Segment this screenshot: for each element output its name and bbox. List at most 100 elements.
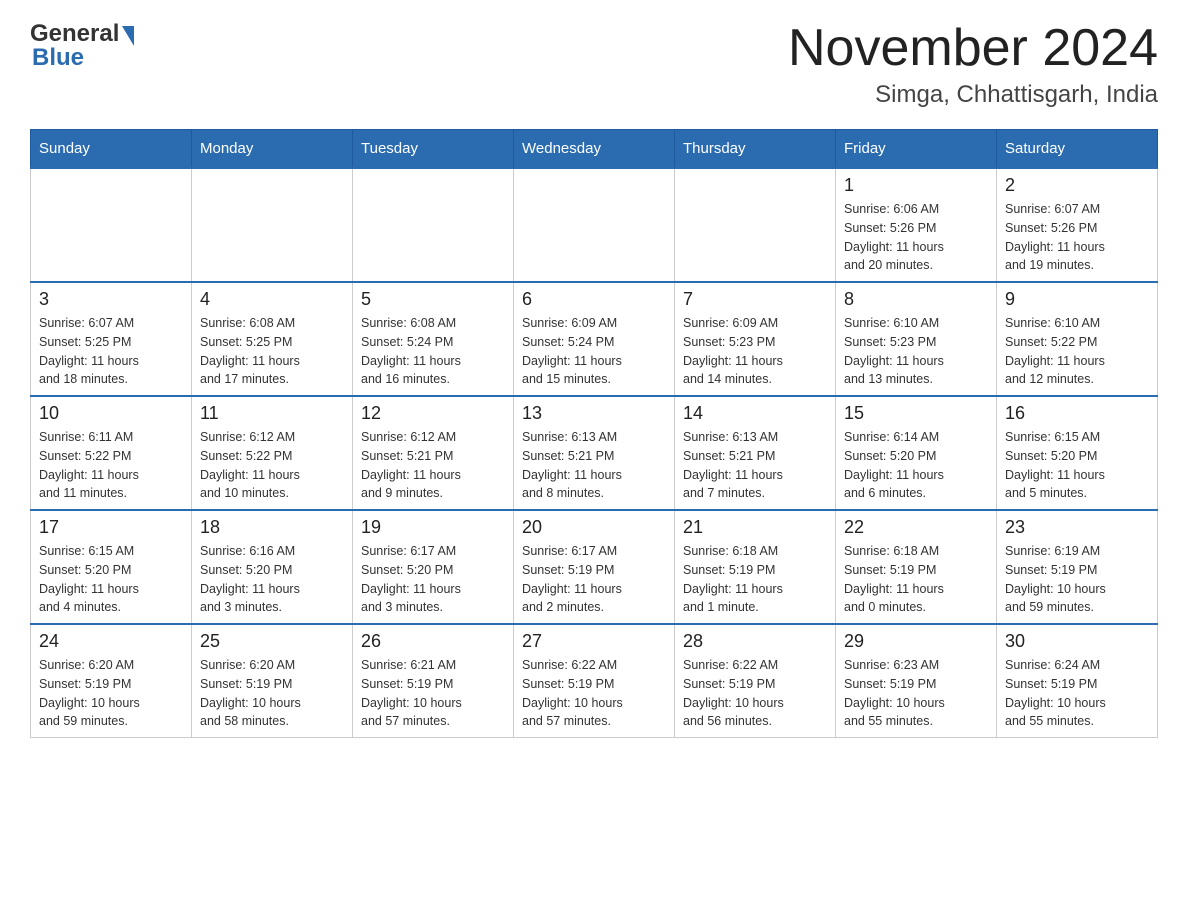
day-info: Sunrise: 6:11 AM Sunset: 5:22 PM Dayligh…: [39, 428, 183, 503]
day-number: 8: [844, 289, 988, 310]
day-number: 14: [683, 403, 827, 424]
day-number: 30: [1005, 631, 1149, 652]
day-number: 19: [361, 517, 505, 538]
calendar-cell: 17 Sunrise: 6:15 AM Sunset: 5:20 PM Dayli…: [31, 510, 192, 624]
calendar-cell: 13 Sunrise: 6:13 AM Sunset: 5:21 PM Dayli…: [514, 396, 675, 510]
calendar-table: SundayMondayTuesdayWednesdayThursdayFrid…: [30, 129, 1158, 738]
calendar-cell: 3 Sunrise: 6:07 AM Sunset: 5:25 PM Daylig…: [31, 282, 192, 396]
day-number: 21: [683, 517, 827, 538]
title-section: November 2024 Simga, Chhattisgarh, India: [788, 20, 1158, 109]
weekday-header: Friday: [836, 130, 997, 169]
day-number: 20: [522, 517, 666, 538]
week-row: 24Sunrise: 6:20 AM Sunset: 5:19 PM Dayli…: [31, 624, 1158, 738]
calendar-cell: 6 Sunrise: 6:09 AM Sunset: 5:24 PM Daylig…: [514, 282, 675, 396]
weekday-header: Tuesday: [353, 130, 514, 169]
calendar-cell: 14Sunrise: 6:13 AM Sunset: 5:21 PM Dayli…: [675, 396, 836, 510]
page-header: General Blue November 2024 Simga, Chhatt…: [30, 20, 1158, 109]
calendar-cell: 1 Sunrise: 6:06 AM Sunset: 5:26 PM Daylig…: [836, 168, 997, 282]
day-number: 28: [683, 631, 827, 652]
day-number: 17: [39, 517, 183, 538]
calendar-cell: 11 Sunrise: 6:12 AM Sunset: 5:22 PM Dayli…: [192, 396, 353, 510]
logo-blue-text: Blue: [32, 44, 84, 71]
calendar-cell: 15 Sunrise: 6:14 AM Sunset: 5:20 PM Dayli…: [836, 396, 997, 510]
day-info: Sunrise: 6:09 AM Sunset: 5:23 PM Dayligh…: [683, 314, 827, 389]
day-info: Sunrise: 6:17 AM Sunset: 5:19 PM Dayligh…: [522, 542, 666, 617]
day-number: 6: [522, 289, 666, 310]
day-info: Sunrise: 6:09 AM Sunset: 5:24 PM Dayligh…: [522, 314, 666, 389]
calendar-cell: 8 Sunrise: 6:10 AM Sunset: 5:23 PM Daylig…: [836, 282, 997, 396]
calendar-cell: 29 Sunrise: 6:23 AM Sunset: 5:19 PM Dayli…: [836, 624, 997, 738]
day-number: 26: [361, 631, 505, 652]
day-number: 3: [39, 289, 183, 310]
weekday-header: Sunday: [31, 130, 192, 169]
week-row: 3 Sunrise: 6:07 AM Sunset: 5:25 PM Daylig…: [31, 282, 1158, 396]
calendar-cell: [353, 168, 514, 282]
day-number: 23: [1005, 517, 1149, 538]
day-info: Sunrise: 6:07 AM Sunset: 5:26 PM Dayligh…: [1005, 200, 1149, 275]
calendar-cell: 22 Sunrise: 6:18 AM Sunset: 5:19 PM Dayli…: [836, 510, 997, 624]
calendar-cell: 23 Sunrise: 6:19 AM Sunset: 5:19 PM Dayli…: [997, 510, 1158, 624]
calendar-cell: [31, 168, 192, 282]
day-info: Sunrise: 6:16 AM Sunset: 5:20 PM Dayligh…: [200, 542, 344, 617]
day-info: Sunrise: 6:13 AM Sunset: 5:21 PM Dayligh…: [522, 428, 666, 503]
day-info: Sunrise: 6:15 AM Sunset: 5:20 PM Dayligh…: [1005, 428, 1149, 503]
calendar-cell: [514, 168, 675, 282]
day-info: Sunrise: 6:22 AM Sunset: 5:19 PM Dayligh…: [683, 656, 827, 731]
day-number: 11: [200, 403, 344, 424]
day-number: 7: [683, 289, 827, 310]
week-row: 17 Sunrise: 6:15 AM Sunset: 5:20 PM Dayli…: [31, 510, 1158, 624]
calendar-cell: 21 Sunrise: 6:18 AM Sunset: 5:19 PM Dayli…: [675, 510, 836, 624]
calendar-cell: 5Sunrise: 6:08 AM Sunset: 5:24 PM Daylig…: [353, 282, 514, 396]
day-number: 18: [200, 517, 344, 538]
day-info: Sunrise: 6:08 AM Sunset: 5:25 PM Dayligh…: [200, 314, 344, 389]
week-row: 1 Sunrise: 6:06 AM Sunset: 5:26 PM Daylig…: [31, 168, 1158, 282]
logo-arrow-icon: [122, 26, 134, 46]
calendar-cell: 28 Sunrise: 6:22 AM Sunset: 5:19 PM Dayli…: [675, 624, 836, 738]
day-number: 25: [200, 631, 344, 652]
day-info: Sunrise: 6:19 AM Sunset: 5:19 PM Dayligh…: [1005, 542, 1149, 617]
day-number: 22: [844, 517, 988, 538]
calendar-cell: 25 Sunrise: 6:20 AM Sunset: 5:19 PM Dayli…: [192, 624, 353, 738]
calendar-cell: 10 Sunrise: 6:11 AM Sunset: 5:22 PM Dayli…: [31, 396, 192, 510]
day-info: Sunrise: 6:12 AM Sunset: 5:22 PM Dayligh…: [200, 428, 344, 503]
day-number: 1: [844, 175, 988, 196]
calendar-cell: 30Sunrise: 6:24 AM Sunset: 5:19 PM Dayli…: [997, 624, 1158, 738]
day-info: Sunrise: 6:14 AM Sunset: 5:20 PM Dayligh…: [844, 428, 988, 503]
day-info: Sunrise: 6:20 AM Sunset: 5:19 PM Dayligh…: [39, 656, 183, 731]
page-subtitle: Simga, Chhattisgarh, India: [788, 81, 1158, 109]
weekday-header: Saturday: [997, 130, 1158, 169]
day-info: Sunrise: 6:10 AM Sunset: 5:22 PM Dayligh…: [1005, 314, 1149, 389]
day-number: 27: [522, 631, 666, 652]
day-info: Sunrise: 6:23 AM Sunset: 5:19 PM Dayligh…: [844, 656, 988, 731]
day-number: 16: [1005, 403, 1149, 424]
day-info: Sunrise: 6:07 AM Sunset: 5:25 PM Dayligh…: [39, 314, 183, 389]
calendar-cell: [192, 168, 353, 282]
day-number: 12: [361, 403, 505, 424]
calendar-cell: [675, 168, 836, 282]
page-title: November 2024: [788, 20, 1158, 77]
logo: General Blue: [30, 20, 134, 72]
calendar-cell: 12 Sunrise: 6:12 AM Sunset: 5:21 PM Dayli…: [353, 396, 514, 510]
calendar-header-row: SundayMondayTuesdayWednesdayThursdayFrid…: [31, 130, 1158, 169]
day-number: 29: [844, 631, 988, 652]
calendar-cell: 24Sunrise: 6:20 AM Sunset: 5:19 PM Dayli…: [31, 624, 192, 738]
day-number: 15: [844, 403, 988, 424]
day-info: Sunrise: 6:18 AM Sunset: 5:19 PM Dayligh…: [683, 542, 827, 617]
day-number: 5: [361, 289, 505, 310]
calendar-cell: 20 Sunrise: 6:17 AM Sunset: 5:19 PM Dayli…: [514, 510, 675, 624]
day-number: 13: [522, 403, 666, 424]
week-row: 10 Sunrise: 6:11 AM Sunset: 5:22 PM Dayli…: [31, 396, 1158, 510]
day-info: Sunrise: 6:15 AM Sunset: 5:20 PM Dayligh…: [39, 542, 183, 617]
calendar-cell: 4Sunrise: 6:08 AM Sunset: 5:25 PM Daylig…: [192, 282, 353, 396]
calendar-cell: 9 Sunrise: 6:10 AM Sunset: 5:22 PM Daylig…: [997, 282, 1158, 396]
day-number: 9: [1005, 289, 1149, 310]
weekday-header: Wednesday: [514, 130, 675, 169]
weekday-header: Thursday: [675, 130, 836, 169]
day-number: 10: [39, 403, 183, 424]
day-info: Sunrise: 6:20 AM Sunset: 5:19 PM Dayligh…: [200, 656, 344, 731]
day-info: Sunrise: 6:18 AM Sunset: 5:19 PM Dayligh…: [844, 542, 988, 617]
day-info: Sunrise: 6:06 AM Sunset: 5:26 PM Dayligh…: [844, 200, 988, 275]
day-info: Sunrise: 6:10 AM Sunset: 5:23 PM Dayligh…: [844, 314, 988, 389]
calendar-cell: 2Sunrise: 6:07 AM Sunset: 5:26 PM Daylig…: [997, 168, 1158, 282]
day-info: Sunrise: 6:12 AM Sunset: 5:21 PM Dayligh…: [361, 428, 505, 503]
